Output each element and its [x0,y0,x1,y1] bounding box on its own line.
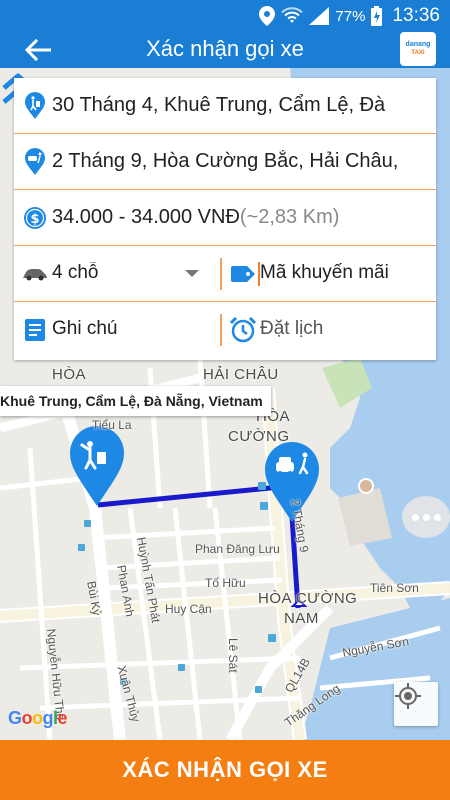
schedule-button[interactable]: Đặt lịch [222,302,436,358]
battery-percent: 77% [335,7,366,25]
place-marker-icon [358,478,374,494]
my-location-button[interactable] [394,682,438,726]
app-bar: Xác nhận gọi xe danang TAXI [0,32,450,68]
map-label-tieu-la: Tiểu La [92,418,132,432]
price-row: $ 34.000 - 34.000 VNĐ(~2,83 Km) [14,190,436,246]
vehicle-promo-row: 4 chỗ Mã khuyến mãi [14,246,436,302]
danang-taxi-logo: danang TAXI [400,32,436,66]
chat-bubble-button[interactable] [402,496,450,538]
clock: 13:36 [392,5,440,26]
battery-charging-icon [371,6,383,26]
map-label-huy-can: Huy Cận [165,602,212,616]
google-logo: Google [8,708,68,728]
promo-code-field[interactable]: Mã khuyến mãi [222,246,436,302]
dropoff-address: 2 Tháng 9, Hòa Cường Bắc, Hải Châu, [52,150,399,172]
vehicle-type-value: 4 chỗ [52,262,99,283]
page-title: Xác nhận gọi xe [146,36,304,61]
map-label-hoa: HÒA [52,366,87,383]
distance-estimate: (~2,83 Km) [239,206,340,228]
schedule-label: Đặt lịch [260,318,324,339]
vehicle-type-select[interactable]: 4 chỗ [14,246,220,302]
map-label-to-huu: Tố Hữu [205,576,246,590]
svg-text:$: $ [30,212,39,227]
confirm-booking-button[interactable]: XÁC NHẬN GỌI XE [0,740,450,800]
status-bar: 77% 13:36 [0,0,450,32]
map-label-tien-son: Tiên Sơn [370,581,419,595]
pickup-pin-icon [22,92,48,120]
map-label-hai-chau: HẢI CHÂU [203,366,279,383]
chevron-down-icon [185,270,199,277]
crosshair-icon [395,683,421,709]
trip-form-card: 30 Tháng 4, Khuê Trung, Cẩm Lệ, Đà 2 Thá… [14,78,436,360]
signal-icon [309,7,330,25]
note-field[interactable]: Ghi chú [14,302,220,358]
note-schedule-row: Ghi chú Đặt lịch [14,302,436,358]
price-estimate: 34.000 - 34.000 VNĐ(~2,83 Km) [52,206,340,228]
location-icon [259,6,276,26]
pickup-pin-icon[interactable] [70,426,124,506]
dropoff-pin-icon [22,148,48,176]
map-label-cuong: CƯỜNG [228,428,290,445]
wifi-icon [281,7,304,25]
dropoff-row[interactable]: 2 Tháng 9, Hòa Cường Bắc, Hải Châu, [14,134,436,190]
car-icon [22,260,48,288]
pickup-address-tooltip: Khuê Trung, Cẩm Lệ, Đà Nẵng, Vietnam [0,386,271,416]
promo-code-input[interactable]: Mã khuyến mãi [260,262,430,284]
alarm-clock-icon [230,316,256,344]
pickup-address: 30 Tháng 4, Khuê Trung, Cẩm Lệ, Đà [52,94,386,116]
map-label-nam: NAM [284,610,319,627]
map-label-le-sat: Lê Sát [226,638,240,673]
map-label-hoa-cuong-nam: HÒA CƯỜNG [258,590,358,607]
tag-icon [230,260,256,288]
note-input[interactable]: Ghi chú [52,318,212,340]
map-label-phan-dang-luu: Phan Đăng Lưu [195,542,280,556]
pickup-row[interactable]: 30 Tháng 4, Khuê Trung, Cẩm Lệ, Đà [14,78,436,134]
text-cursor [258,262,260,286]
note-icon [22,316,48,344]
dollar-icon: $ [22,204,48,232]
